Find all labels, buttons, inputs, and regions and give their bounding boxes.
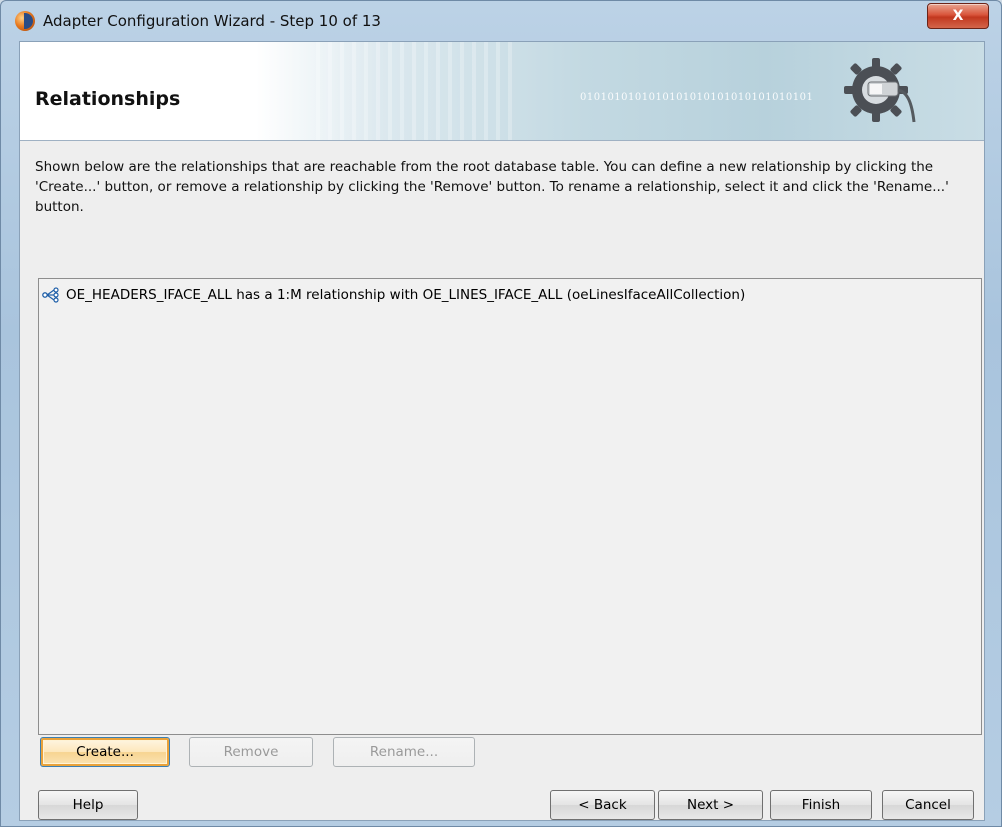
next-button[interactable]: Next > [658, 790, 763, 820]
relationship-label: OE_HEADERS_IFACE_ALL has a 1:M relations… [66, 287, 746, 303]
instructions-text: Shown below are the relationships that a… [35, 159, 949, 215]
rename-button[interactable]: Rename... [333, 737, 475, 767]
oracle-app-icon [15, 11, 35, 31]
relationship-icon [42, 287, 59, 303]
remove-button[interactable]: Remove [189, 737, 313, 767]
relationships-list[interactable]: OE_HEADERS_IFACE_ALL has a 1:M relations… [38, 278, 982, 735]
window-title: Adapter Configuration Wizard - Step 10 o… [43, 12, 381, 30]
gear-plug-icon [844, 58, 916, 123]
finish-button[interactable]: Finish [770, 790, 872, 820]
list-item[interactable]: OE_HEADERS_IFACE_ALL has a 1:M relations… [42, 286, 745, 304]
help-button[interactable]: Help [38, 790, 138, 820]
create-button[interactable]: Create... [40, 737, 170, 767]
banner-binary-text: 0101010101010101010101010101010101 [580, 92, 814, 103]
close-button[interactable]: X [927, 3, 989, 29]
back-button[interactable]: < Back [550, 790, 655, 820]
header-banner: 0101010101010101010101010101010101 Relat… [20, 42, 984, 141]
cancel-button[interactable]: Cancel [882, 790, 974, 820]
wizard-window: Adapter Configuration Wizard - Step 10 o… [0, 0, 1002, 827]
title-bar[interactable]: Adapter Configuration Wizard - Step 10 o… [1, 1, 1001, 41]
wizard-content: 0101010101010101010101010101010101 Relat… [19, 41, 985, 821]
page-title: Relationships [35, 88, 181, 110]
